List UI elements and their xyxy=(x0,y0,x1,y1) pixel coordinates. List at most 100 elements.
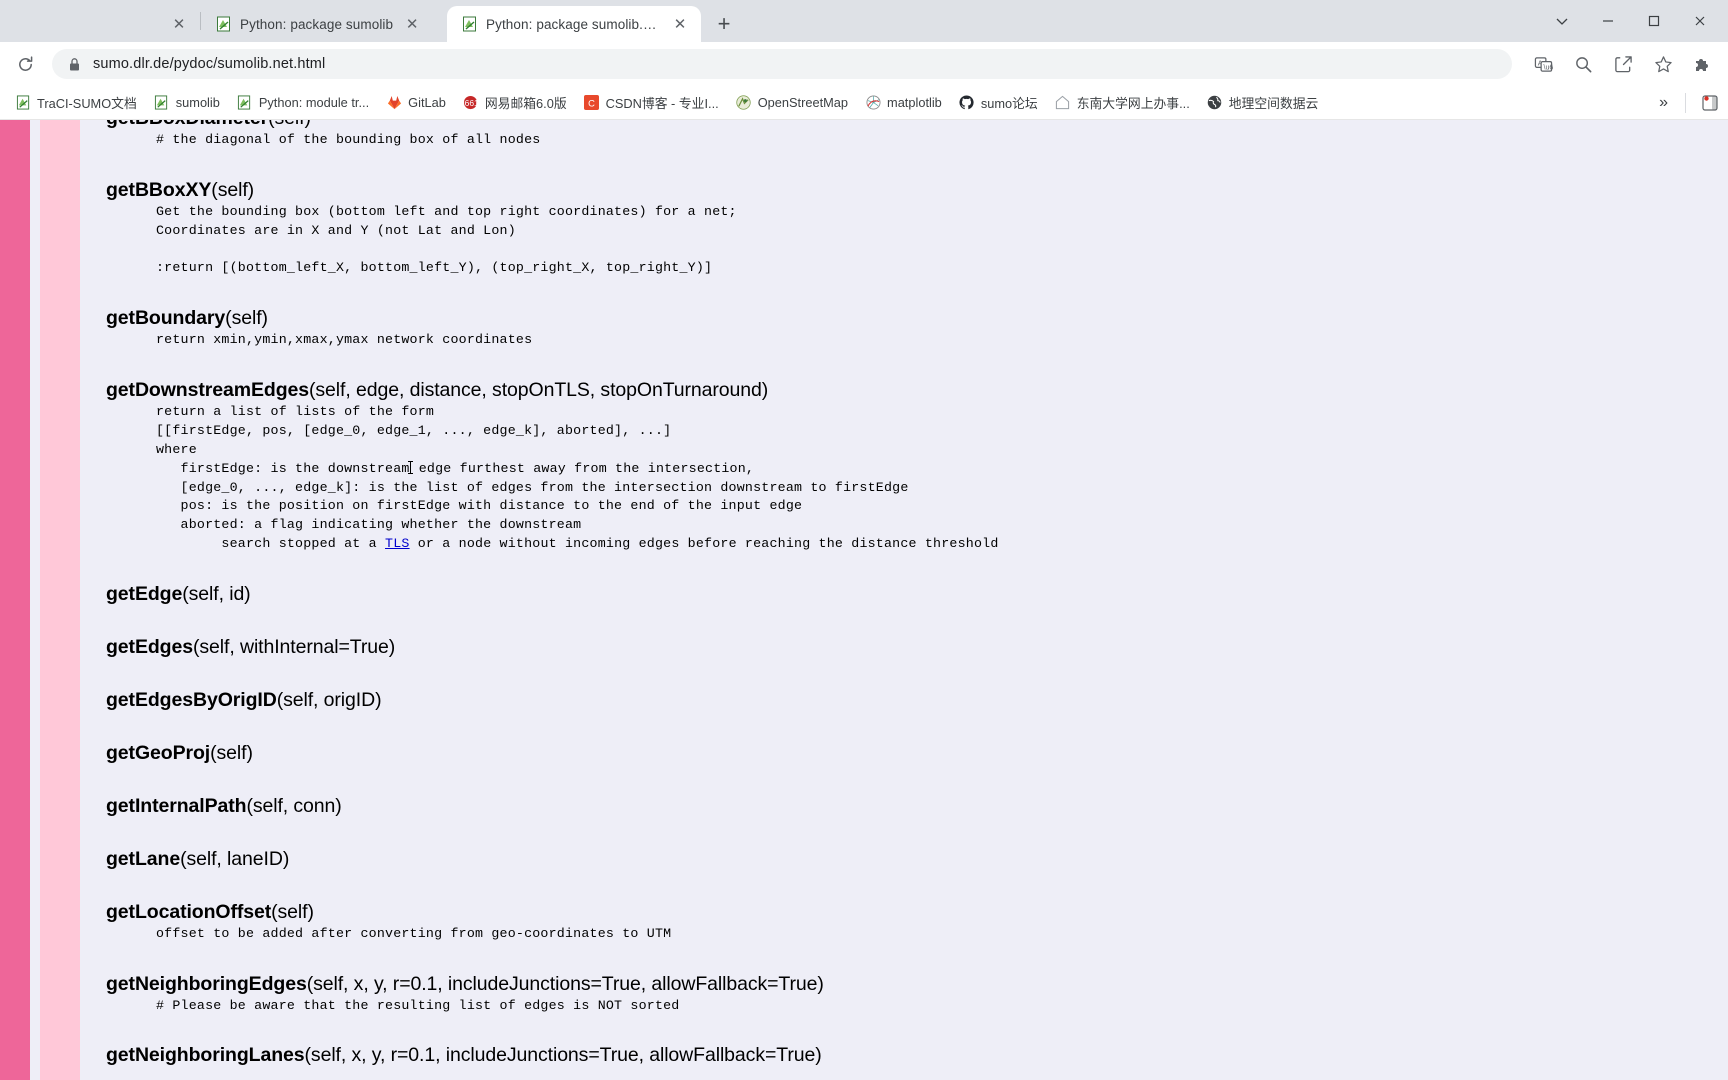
tab-sumolib-net[interactable]: Python: package sumolib.net ✕ xyxy=(447,6,701,42)
doc-entry-getedgesbyorigid: getEdgesByOrigID(self, origID) xyxy=(106,688,1728,713)
svg-text:\u6587: \u6587 xyxy=(1543,63,1553,71)
bookmark-item[interactable]: matplotlib xyxy=(858,92,949,114)
globe-icon xyxy=(1207,95,1223,111)
doc-entry-getedges: getEdges(self, withInternal=True) xyxy=(106,635,1728,660)
python-script-icon xyxy=(15,95,31,111)
puzzle-icon[interactable] xyxy=(1688,49,1718,79)
bookmark-item[interactable]: GitLab xyxy=(379,92,453,114)
method-signature[interactable]: getNeighboringEdges(self, x, y, r=0.1, i… xyxy=(106,972,1728,997)
pydoc-indent-bar xyxy=(40,120,80,1080)
doc-entry-getinternalpath: getInternalPath(self, conn) xyxy=(106,794,1728,819)
netease-mail-icon: \u6613 xyxy=(463,95,479,111)
tab-close-icon[interactable]: ✕ xyxy=(401,13,423,35)
method-args: (self) xyxy=(211,178,255,201)
bookmark-item[interactable]: OpenStreetMap xyxy=(729,92,855,114)
docstring-line: return a list of lists of the form xyxy=(156,404,435,420)
method-signature[interactable]: getEdgesByOrigID(self, origID) xyxy=(106,688,1728,713)
method-name: getBoundary xyxy=(106,307,226,330)
bookmarks-bar: TraCI-SUMO文档 sumolib Python: module tr..… xyxy=(0,86,1728,120)
sidebar-toggle-icon[interactable] xyxy=(1695,92,1720,114)
tab-sumolib[interactable]: Python: package sumolib ✕ xyxy=(201,6,447,42)
method-name: getNeighboringEdges xyxy=(106,972,307,995)
method-args: (self) xyxy=(268,120,311,129)
bookmark-item[interactable]: sumolib xyxy=(147,92,227,114)
gitlab-icon xyxy=(386,95,402,111)
method-docstring: return a list of lists of the form [[fir… xyxy=(106,403,1728,554)
method-signature[interactable]: getBBoxXY(self) xyxy=(106,178,1728,203)
chevron-down-icon[interactable] xyxy=(1540,0,1584,42)
tls-link[interactable]: TLS xyxy=(385,536,410,551)
method-signature[interactable]: getLane(self, laneID) xyxy=(106,847,1728,872)
method-signature[interactable]: getGeoProj(self) xyxy=(106,741,1728,766)
tab-close-icon[interactable]: ✕ xyxy=(168,13,190,35)
method-args: (self, conn) xyxy=(246,794,342,817)
tab-close-icon[interactable]: ✕ xyxy=(669,13,691,35)
pydoc-gap xyxy=(30,120,40,1080)
address-bar[interactable]: sumo.dlr.de/pydoc/sumolib.net.html xyxy=(52,49,1512,79)
bookmarks-overflow-button[interactable]: » xyxy=(1651,91,1676,115)
bookmark-item[interactable]: TraCI-SUMO文档 xyxy=(8,90,144,115)
page-viewport: getBBoxDiameter(self) # the diagonal of … xyxy=(0,120,1728,1080)
docstring-line: [edge_0, ..., edge_k]: is the list of ed… xyxy=(156,479,909,495)
docstring-line: firstEdge: is the downstream edge furthe… xyxy=(156,460,755,476)
bookmark-label: GitLab xyxy=(408,95,446,110)
svg-text:\u6613: \u6613 xyxy=(463,98,478,108)
github-icon xyxy=(959,95,975,111)
method-docstring: # the diagonal of the bounding box of al… xyxy=(156,131,541,147)
method-name: getDownstreamEdges xyxy=(106,379,309,402)
bookmark-label: 网易邮箱6.0版 xyxy=(484,96,567,111)
share-icon[interactable] xyxy=(1608,49,1638,79)
bookmark-item[interactable]: sumo论坛 xyxy=(952,90,1045,115)
docstring-line: where xyxy=(156,441,197,457)
method-signature[interactable]: getBoundary(self) xyxy=(106,306,1728,331)
method-args: (self, laneID) xyxy=(180,847,290,870)
star-icon[interactable] xyxy=(1648,49,1678,79)
reading-list-icon xyxy=(1702,94,1718,111)
method-signature[interactable]: getEdge(self, id) xyxy=(106,582,1728,607)
bookmark-item[interactable]: Python: module tr... xyxy=(230,92,376,114)
docstring-line: [[firstEdge, pos, [edge_0, edge_1, ..., … xyxy=(156,422,672,438)
method-args: (self, edge, distance, stopOnTLS, stopOn… xyxy=(309,379,769,402)
browser-window: ✕ Python: package sumolib ✕ Python: pack… xyxy=(0,0,1728,1080)
method-name: getLocationOffset xyxy=(106,900,272,923)
method-signature[interactable]: getLocationOffset(self) xyxy=(106,900,1728,925)
text-cursor xyxy=(407,460,413,474)
close-button[interactable] xyxy=(1678,0,1722,42)
lock-icon xyxy=(66,56,83,73)
new-tab-button[interactable]: + xyxy=(707,7,741,41)
method-signature[interactable]: getInternalPath(self, conn) xyxy=(106,794,1728,819)
doc-entry-getbboxxy: getBBoxXY(self) Get the bounding box (bo… xyxy=(106,178,1728,278)
tab-partial-left[interactable]: ✕ xyxy=(0,6,200,42)
method-signature[interactable]: getNeighboringLanes(self, x, y, r=0.1, i… xyxy=(106,1043,1728,1068)
pydoc-accent-bar xyxy=(0,120,30,1080)
bookmark-item[interactable]: 东南大学网上办事... xyxy=(1048,90,1197,115)
doc-entry-getlane: getLane(self, laneID) xyxy=(106,847,1728,872)
tab-title: Python: package sumolib xyxy=(240,16,394,32)
reload-icon[interactable] xyxy=(10,49,40,79)
address-bar-url: sumo.dlr.de/pydoc/sumolib.net.html xyxy=(93,56,326,72)
method-name: getInternalPath xyxy=(106,794,247,817)
matplotlib-icon xyxy=(865,95,881,111)
method-docstring: return xmin,ymin,xmax,ymax network coord… xyxy=(156,332,533,348)
browser-toolbar: sumo.dlr.de/pydoc/sumolib.net.html A \u6… xyxy=(0,42,1728,86)
method-args: (self, x, y, r=0.1, includeJunctions=Tru… xyxy=(306,972,824,995)
method-signature[interactable]: getDownstreamEdges(self, edge, distance,… xyxy=(106,378,1728,403)
method-signature[interactable]: getEdges(self, withInternal=True) xyxy=(106,635,1728,660)
method-name: getLane xyxy=(106,847,181,870)
method-name: getEdges xyxy=(106,636,193,659)
doc-entry-getedge: getEdge(self, id) xyxy=(106,582,1728,607)
doc-entry-getbboxdiameter: getBBoxDiameter(self) # the diagonal of … xyxy=(106,120,1728,150)
bookmark-item[interactable]: 地理空间数据云 xyxy=(1200,90,1326,115)
method-name: getEdge xyxy=(106,583,183,606)
method-args: (self) xyxy=(210,741,253,764)
minimize-button[interactable] xyxy=(1586,0,1630,42)
maximize-button[interactable] xyxy=(1632,0,1676,42)
bookmark-label: CSDN博客 - 专业I... xyxy=(605,96,719,111)
translate-icon[interactable]: A \u6587 xyxy=(1528,49,1558,79)
bookmarks-divider xyxy=(1685,92,1686,113)
zoom-search-icon[interactable] xyxy=(1568,49,1598,79)
bookmark-label: TraCI-SUMO文档 xyxy=(37,96,137,111)
method-signature[interactable]: getBBoxDiameter(self) xyxy=(106,120,1728,131)
bookmark-item[interactable]: \u6613 网易邮箱6.0版 xyxy=(456,90,574,115)
bookmark-item[interactable]: C CSDN博客 - 专业I... xyxy=(577,90,726,115)
